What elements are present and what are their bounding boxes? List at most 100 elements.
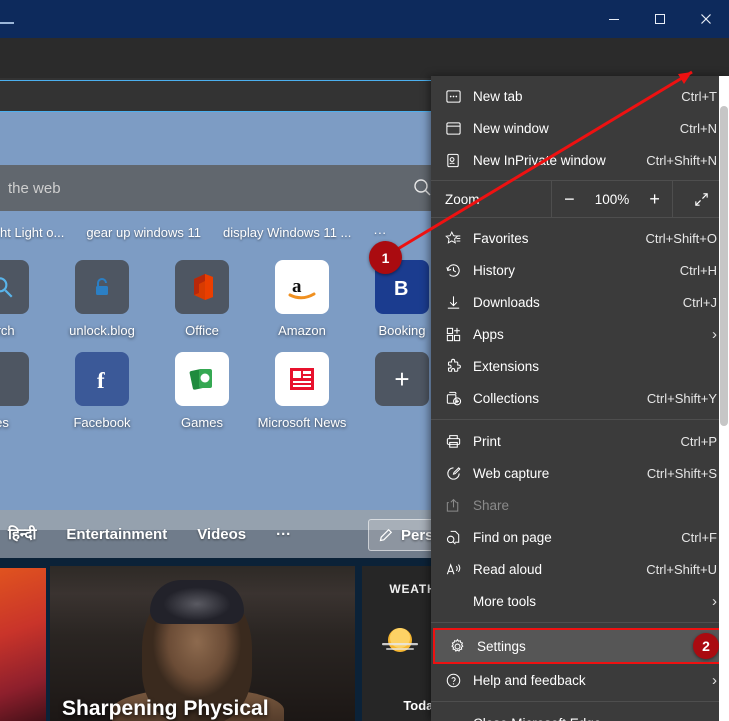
quick-link-tile[interactable]: Microsoft News (252, 352, 352, 430)
news-nav-item-videos[interactable]: Videos (197, 526, 246, 543)
trending-more-icon[interactable]: ··· (373, 225, 386, 240)
trending-item[interactable]: gear up windows 11 (86, 225, 201, 240)
menu-item-history[interactable]: History Ctrl+H (431, 254, 729, 286)
find-icon (445, 529, 473, 546)
menu-item-shortcut: Ctrl+P (680, 433, 717, 449)
office-icon (175, 260, 229, 314)
quick-link-tile[interactable]: unlock.blog (52, 260, 152, 338)
menu-item-label: Downloads (473, 294, 540, 310)
menu-item-find-on-page[interactable]: Find on page Ctrl+F (431, 521, 729, 553)
menu-separator (431, 419, 729, 420)
menu-item-read-aloud[interactable]: Read aloud Ctrl+Shift+U (431, 553, 729, 585)
web-capture-icon (445, 465, 473, 482)
menu-item-new-tab[interactable]: New tab Ctrl+T (431, 80, 729, 112)
news-nav-more-icon[interactable]: ··· (276, 526, 291, 543)
sun-icon (380, 622, 420, 662)
trending-item[interactable]: display Windows 11 ... (223, 225, 351, 240)
downloads-icon (445, 294, 473, 311)
quick-link-label: Games (181, 415, 223, 430)
menu-item-more-tools[interactable]: More tools › (431, 585, 729, 617)
print-icon (445, 433, 473, 450)
minimize-button[interactable] (591, 0, 637, 38)
menu-item-label: History (473, 262, 516, 278)
news-headline: Sharpening Physical (62, 697, 269, 720)
quick-link-label: Booking (378, 323, 426, 338)
zoom-out-button[interactable]: − (560, 189, 579, 210)
menu-item-new-inprivate-window[interactable]: New InPrivate window Ctrl+Shift+N (431, 144, 729, 176)
menu-item-label: Print (473, 433, 501, 449)
menu-item-label: New InPrivate window (473, 152, 606, 168)
news-nav-item-entertainment[interactable]: Entertainment (66, 526, 167, 543)
pencil-icon (379, 528, 393, 542)
quick-link-label: arch (0, 323, 15, 338)
search-tile-icon (0, 260, 29, 314)
menu-item-web-capture[interactable]: Web capture Ctrl+Shift+S (431, 457, 729, 489)
screenshot-root: the web ht Light o... gear up windows 11… (0, 0, 729, 721)
menu-item-shortcut: Ctrl+H (679, 262, 717, 278)
games-icon (175, 352, 229, 406)
menu-item-shortcut: Ctrl+F (681, 529, 717, 545)
menu-item-shortcut: Ctrl+N (679, 120, 717, 136)
quick-link-label: Facebook (73, 415, 131, 430)
menu-item-label: Share (473, 497, 510, 513)
menu-item-label: Collections (473, 390, 540, 406)
quick-link-label: es (0, 415, 9, 430)
edge-settings-menu: New tab Ctrl+T New window Ctrl+N New InP… (431, 76, 729, 721)
browser-toolbar (0, 38, 729, 114)
quick-link-tile[interactable]: a Amazon (252, 260, 352, 338)
menu-item-extensions[interactable]: Extensions (431, 350, 729, 382)
menu-zoom-row: Zoom − 100% + (431, 180, 729, 218)
inprivate-icon (445, 152, 473, 169)
svg-text:a: a (292, 276, 302, 297)
menu-item-apps[interactable]: Apps › (431, 318, 729, 350)
menu-item-print[interactable]: Print Ctrl+P (431, 425, 729, 457)
menu-scrollbar-thumb[interactable] (720, 106, 728, 426)
step-badge-1: 1 (369, 241, 402, 274)
collections-icon (445, 390, 473, 407)
menu-item-shortcut: Ctrl+Shift+U (646, 561, 717, 577)
svg-text:B: B (394, 278, 408, 300)
menu-item-label: Web capture (473, 465, 550, 481)
read-aloud-icon (445, 561, 473, 578)
menu-item-new-window[interactable]: New window Ctrl+N (431, 112, 729, 144)
apps-icon (445, 326, 473, 343)
news-card-secondary[interactable] (0, 568, 46, 721)
add-shortcut-icon: + (375, 352, 429, 406)
close-button[interactable] (683, 0, 729, 38)
menu-item-label: Read aloud (473, 561, 543, 577)
quick-link-tile[interactable]: es (0, 352, 52, 430)
news-nav-item-hindi[interactable]: हिन्दी (8, 524, 36, 544)
menu-item-downloads[interactable]: Downloads Ctrl+J (431, 286, 729, 318)
amazon-icon: a (275, 260, 329, 314)
menu-item-shortcut: Ctrl+Shift+S (646, 465, 717, 481)
quick-links: arch unlock.blog (0, 260, 452, 444)
menu-item-favorites[interactable]: Favorites Ctrl+Shift+O (431, 222, 729, 254)
menu-scrollbar-track[interactable] (719, 76, 729, 721)
zoom-in-button[interactable]: + (645, 189, 664, 210)
extensions-icon (445, 358, 473, 375)
menu-item-shortcut: Ctrl+T (681, 88, 717, 104)
unlock-blog-icon (75, 260, 129, 314)
microsoft-news-icon (275, 352, 329, 406)
menu-item-settings[interactable]: Settings 2 (435, 630, 725, 662)
ntp-search-box[interactable]: the web (0, 165, 440, 211)
menu-item-close-microsoft-edge[interactable]: Close Microsoft Edge (431, 707, 729, 721)
trending-item[interactable]: ht Light o... (0, 225, 64, 240)
maximize-button[interactable] (637, 0, 683, 38)
quick-link-tile[interactable]: arch (0, 260, 52, 338)
menu-item-help-and-feedback[interactable]: Help and feedback › (431, 664, 729, 696)
news-card-primary[interactable]: Sharpening Physical (50, 566, 355, 721)
menu-item-label: Find on page (473, 529, 552, 545)
menu-item-collections[interactable]: Collections Ctrl+Shift+Y (431, 382, 729, 414)
menu-item-shortcut: Ctrl+Shift+O (645, 230, 717, 246)
zoom-label: Zoom (445, 191, 480, 207)
gear-icon (449, 638, 477, 655)
new-tab-icon (445, 88, 473, 105)
quick-link-tile[interactable]: Office (152, 260, 252, 338)
quick-link-tile[interactable]: f Facebook (52, 352, 152, 430)
settings-highlight-box: Settings 2 (433, 628, 727, 664)
step-badge-2: 2 (693, 633, 719, 659)
menu-item-shortcut: Ctrl+J (682, 294, 717, 310)
quick-link-tile[interactable]: Games (152, 352, 252, 430)
chevron-right-icon: › (712, 592, 717, 610)
